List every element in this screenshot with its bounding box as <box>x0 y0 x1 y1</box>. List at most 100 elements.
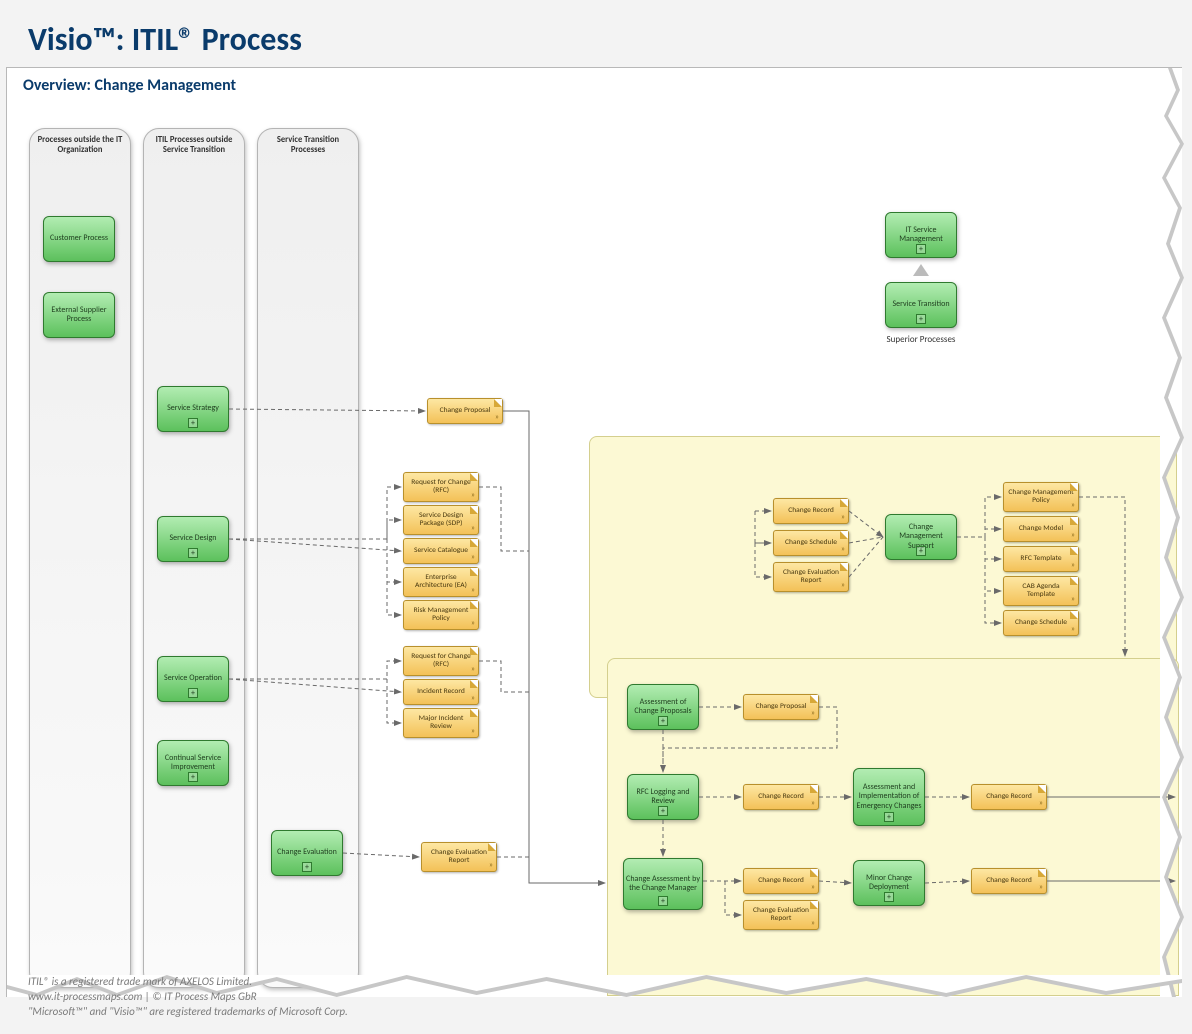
proc-assess-proposals[interactable]: Assessment of Change Proposals+ <box>627 684 699 730</box>
label: Request for Change (RFC) <box>408 653 474 670</box>
doc-risk-policy[interactable]: Risk Management Policy» <box>403 600 479 630</box>
label: Change Management Policy <box>1008 489 1074 506</box>
doc-change-eval-rpt2[interactable]: Change Evaluation Report» <box>773 562 849 592</box>
expand-icon: + <box>658 896 668 906</box>
subtitle: Overview: Change Management <box>23 76 236 95</box>
page-title: Visio™: ITIL® Process <box>0 0 1192 67</box>
doc-ea[interactable]: Enterprise Architecture (EA)» <box>403 567 479 597</box>
expand-icon: + <box>188 772 198 782</box>
chevron-icon: » <box>841 581 845 590</box>
proc-it-service-mgmt[interactable]: IT Service Management+ <box>885 212 957 258</box>
chevron-icon: » <box>471 694 475 703</box>
proc-assess-impl-emerg[interactable]: Assessment and Implementation of Emergen… <box>853 768 925 826</box>
chevron-icon: » <box>471 665 475 674</box>
proc-change-assess-mgr[interactable]: Change Assessment by the Change Manager + <box>623 858 703 910</box>
chevron-icon: » <box>1071 531 1075 540</box>
chevron-icon: » <box>495 413 499 422</box>
expand-icon: + <box>884 812 894 822</box>
label: Change Schedule <box>1015 619 1067 627</box>
label: Change Record <box>986 793 1032 801</box>
chevron-icon: » <box>489 861 493 870</box>
proc-customer[interactable]: Customer Process <box>43 216 115 262</box>
doc-change-record5[interactable]: Change Record» <box>971 868 1047 894</box>
proc-operation[interactable]: Service Operation + <box>157 656 229 702</box>
chevron-icon: » <box>1071 501 1075 510</box>
expand-icon: + <box>916 314 926 324</box>
doc-change-record3[interactable]: Change Record » <box>971 784 1047 810</box>
doc-svc-catalogue[interactable]: Service Catalogue» <box>403 538 479 564</box>
chevron-icon: » <box>471 727 475 736</box>
lane-title: Processes outside the IT Organization <box>30 129 130 155</box>
label: Continual Service Improvement <box>160 754 226 772</box>
label: Assessment of Change Proposals <box>630 698 696 716</box>
proc-csi[interactable]: Continual Service Improvement+ <box>157 740 229 786</box>
chevron-icon: » <box>811 919 815 928</box>
doc-change-model[interactable]: Change Model » <box>1003 516 1079 542</box>
proc-strategy[interactable]: Service Strategy+ <box>157 386 229 432</box>
doc-rfc-template[interactable]: RFC Template» <box>1003 546 1079 572</box>
doc-major-incident[interactable]: Major Incident Review» <box>403 708 479 738</box>
proc-design[interactable]: Service Design+ <box>157 516 229 562</box>
label: Enterprise Architecture (EA) <box>408 574 474 591</box>
chevron-icon: » <box>811 883 815 892</box>
doc-rfc[interactable]: Request for Change (RFC)» <box>403 472 479 502</box>
label: Service Design <box>170 534 217 543</box>
chevron-icon: » <box>841 545 845 554</box>
chevron-icon: » <box>471 619 475 628</box>
label: CAB Agenda Template <box>1008 583 1074 600</box>
label: Major Incident Review <box>408 715 474 732</box>
doc-sdp[interactable]: Service Design Package (SDP)» <box>403 505 479 535</box>
doc-change-proposal2[interactable]: Change Proposal » <box>743 694 819 720</box>
label: Change Model <box>1019 525 1063 533</box>
doc-change-record[interactable]: Change Record » <box>773 498 849 524</box>
doc-rfc2[interactable]: Request for Change (RFC)» <box>403 646 479 676</box>
chevron-icon: » <box>811 799 815 808</box>
doc-incident-rec[interactable]: Incident Record » <box>403 679 479 705</box>
label: Service Transition <box>892 300 949 309</box>
footer-line: www.it-processmaps.com | © IT Process Ma… <box>28 990 348 1005</box>
label: Customer Process <box>50 234 108 243</box>
doc-change-eval-rpt3[interactable]: Change Evaluation Report» <box>743 900 819 930</box>
proc-service-transition[interactable]: Service Transition + <box>885 282 957 328</box>
expand-icon: + <box>658 716 668 726</box>
doc-cab-agenda[interactable]: CAB Agenda Template» <box>1003 576 1079 606</box>
proc-supplier[interactable]: External Supplier Process <box>43 292 115 338</box>
label: Change Proposal <box>440 407 491 415</box>
lane-title: ITIL Processes outside Service Transitio… <box>144 129 244 155</box>
label: Assessment and Implementation of Emergen… <box>856 783 922 811</box>
doc-change-schedule2[interactable]: Change Schedule» <box>1003 610 1079 636</box>
label: Incident Record <box>417 688 465 696</box>
chevron-icon: » <box>841 513 845 522</box>
doc-change-record2[interactable]: Change Record» <box>743 784 819 810</box>
label: RFC Logging and Review <box>630 788 696 806</box>
expand-icon: + <box>188 688 198 698</box>
label: Change Schedule <box>785 539 837 547</box>
label: Service Operation <box>164 674 222 683</box>
expand-icon: + <box>916 244 926 254</box>
label: Service Design Package (SDP) <box>408 512 474 529</box>
doc-cm-policy[interactable]: Change Management Policy» <box>1003 482 1079 512</box>
label: Change Record <box>788 507 834 515</box>
doc-change-proposal[interactable]: Change Proposal » <box>427 398 503 424</box>
doc-change-schedule[interactable]: Change Schedule » <box>773 530 849 556</box>
triangle-icon <box>913 264 929 276</box>
label: Change Record <box>758 877 804 885</box>
doc-change-record4[interactable]: Change Record » <box>743 868 819 894</box>
proc-minor-deploy[interactable]: Minor Change Deployment+ <box>853 860 925 906</box>
proc-change-eval[interactable]: Change Evaluation + <box>271 830 343 876</box>
proc-rfc-logging[interactable]: RFC Logging and Review+ <box>627 774 699 820</box>
label: Change Evaluation Report <box>778 569 844 586</box>
label: Change Assessment by the Change Manager <box>626 875 700 893</box>
expand-icon: + <box>884 892 894 902</box>
label: Change Evaluation <box>277 848 337 857</box>
expand-icon: + <box>658 806 668 816</box>
chevron-icon: » <box>471 491 475 500</box>
label: Change Proposal <box>756 703 807 711</box>
chevron-icon: » <box>471 524 475 533</box>
proc-cm-support[interactable]: Change Management Support+ <box>885 514 957 560</box>
chevron-icon: » <box>1039 799 1043 808</box>
chevron-icon: » <box>811 709 815 718</box>
expand-icon: + <box>302 862 312 872</box>
doc-change-eval-rpt[interactable]: Change Evaluation Report» <box>421 842 497 872</box>
expand-icon: + <box>188 418 198 428</box>
